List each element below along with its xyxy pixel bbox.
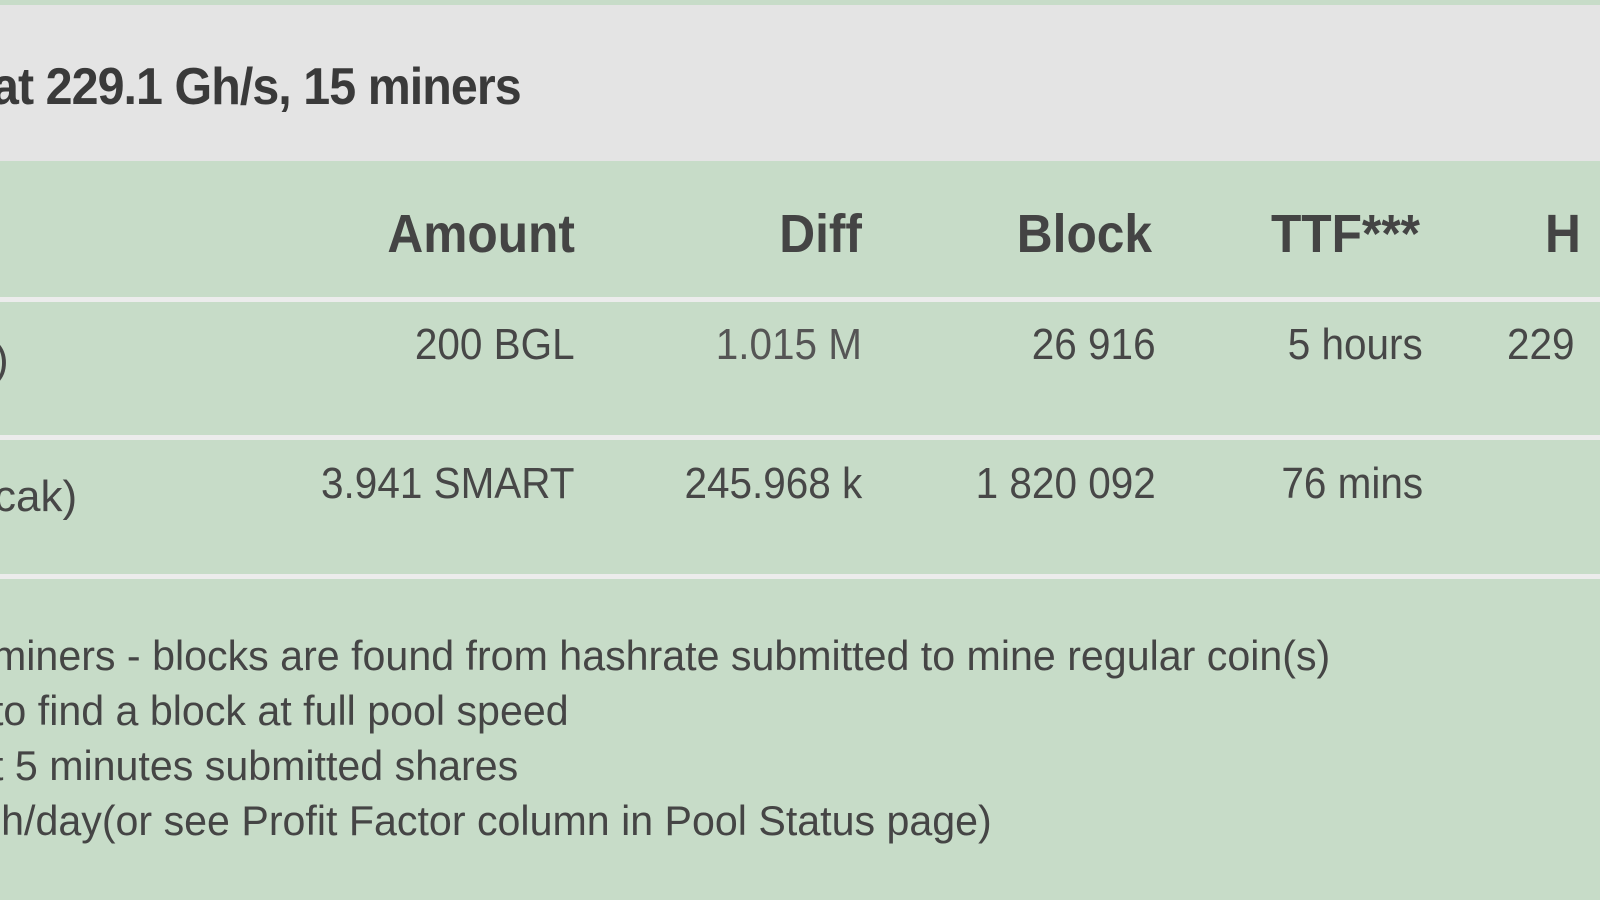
row-divider: [0, 435, 1600, 440]
column-header-amount[interactable]: Amount: [387, 203, 575, 265]
footnote-hashrate: t 5 minutes submitted shares: [0, 742, 519, 789]
column-header-hashrate[interactable]: H: [1545, 203, 1581, 265]
hashrate-cell: 229: [1507, 320, 1575, 369]
pool-header: at 229.1 Gh/s, 15 miners: [0, 5, 1600, 161]
footnote-ttf: to find a block at full pool speed: [0, 687, 569, 734]
amount-cell: 200 BGL: [415, 320, 575, 369]
row-divider: [0, 297, 1600, 302]
pool-hashrate-title: at 229.1 Gh/s, 15 miners: [0, 58, 522, 116]
ttf-cell: 76 mins: [1281, 459, 1423, 508]
block-cell: 26 916: [1032, 320, 1156, 369]
ttf-cell: 5 hours: [1287, 320, 1423, 369]
coin-name[interactable]: cak): [0, 472, 77, 522]
footnote-profit: lh/day(or see Profit Factor column in Po…: [0, 797, 992, 844]
column-header-diff[interactable]: Diff: [779, 203, 862, 265]
row-divider: [0, 574, 1600, 579]
column-header-block[interactable]: Block: [1017, 203, 1152, 265]
coin-name[interactable]: ): [0, 335, 9, 385]
diff-cell: 1.015 M: [715, 320, 862, 369]
column-header-ttf[interactable]: TTF***: [1271, 203, 1420, 265]
diff-cell: 245.968 k: [684, 459, 862, 508]
footnote-merge-mining: miners - blocks are found from hashrate …: [0, 632, 1331, 679]
block-cell: 1 820 092: [975, 459, 1156, 508]
amount-cell: 3.941 SMART: [321, 459, 575, 508]
